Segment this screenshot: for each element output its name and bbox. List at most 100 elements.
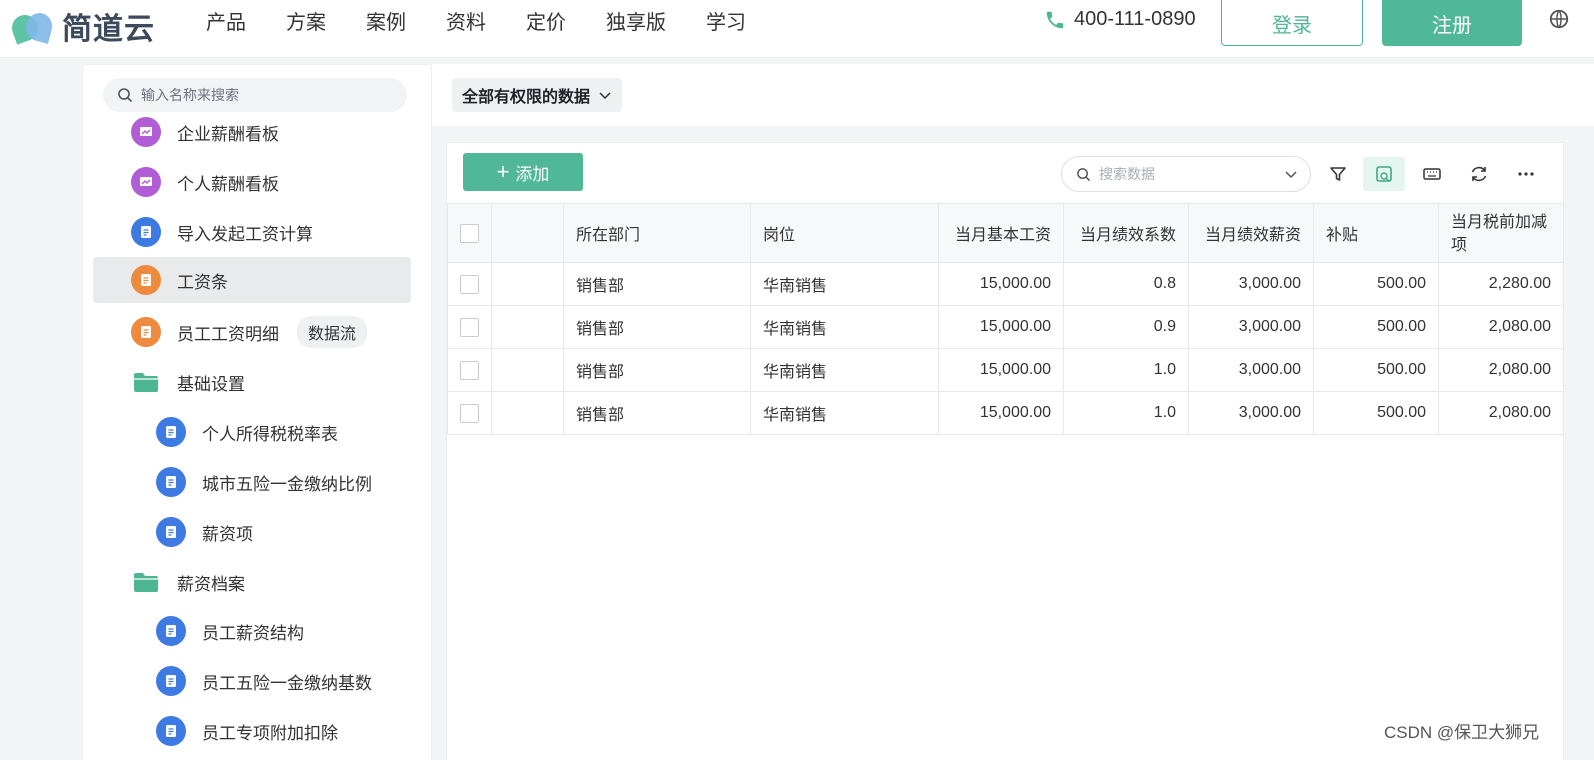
form-icon bbox=[156, 517, 186, 547]
add-button-label: 添加 bbox=[515, 164, 550, 184]
more-button[interactable] bbox=[1505, 157, 1547, 191]
row-select-cell[interactable] bbox=[447, 391, 492, 435]
csdn-watermark: CSDN @保卫大狮兄 bbox=[1384, 723, 1540, 742]
table-cell: 2,080.00 bbox=[1438, 391, 1564, 435]
row-checkbox[interactable] bbox=[460, 274, 479, 294]
row-select-cell[interactable] bbox=[447, 348, 492, 392]
column-header[interactable]: 所在部门 bbox=[563, 203, 751, 263]
sidebar-folder-salary-files[interactable]: 薪资档案 bbox=[133, 559, 421, 605]
login-button[interactable]: 登录 bbox=[1221, 0, 1363, 46]
phone-contact[interactable]: 400-111-0890 bbox=[1044, 8, 1196, 31]
table-cell: 销售部 bbox=[563, 305, 751, 349]
sidebar-item-label: 个人所得税税率表 bbox=[202, 424, 338, 444]
data-search-input[interactable]: 搜索数据 bbox=[1061, 156, 1311, 192]
refresh-button[interactable] bbox=[1458, 157, 1500, 191]
row-select-cell[interactable] bbox=[447, 305, 492, 349]
sidebar-item-tax-rate-table[interactable]: 个人所得税税率表 bbox=[156, 409, 421, 455]
add-record-button[interactable]: + 添加 bbox=[463, 153, 583, 191]
row-index-cell bbox=[491, 391, 564, 435]
column-header[interactable]: 当月绩效系数 bbox=[1063, 203, 1189, 263]
form-icon bbox=[156, 417, 186, 447]
row-checkbox[interactable] bbox=[460, 360, 479, 380]
sidebar-item-employee-salary-structure[interactable]: 员工薪资结构 bbox=[156, 608, 421, 654]
keyboard-button[interactable] bbox=[1411, 157, 1453, 191]
card-view-button[interactable] bbox=[1363, 157, 1405, 191]
column-header[interactable]: 岗位 bbox=[750, 203, 939, 263]
sidebar-item-city-insurance-ratio[interactable]: 城市五险一金缴纳比例 bbox=[156, 459, 421, 505]
form-icon bbox=[156, 467, 186, 497]
folder-icon bbox=[134, 573, 158, 592]
nav-item-cases[interactable]: 案例 bbox=[366, 6, 406, 35]
nav-item-learn[interactable]: 学习 bbox=[706, 6, 746, 35]
table-row[interactable]: 销售部 华南销售 15,000.00 0.8 3,000.00 500.00 2… bbox=[447, 262, 1564, 306]
table-cell: 华南销售 bbox=[750, 391, 939, 435]
sidebar-item-label: 员工专项附加扣除 bbox=[202, 723, 338, 743]
table-cell: 15,000.00 bbox=[938, 391, 1064, 435]
column-header[interactable]: 当月基本工资 bbox=[938, 203, 1064, 263]
brand-logo[interactable]: 简道云 bbox=[8, 4, 155, 48]
table-cell: 15,000.00 bbox=[938, 305, 1064, 349]
sidebar-search-input[interactable]: 输入名称来搜索 bbox=[103, 78, 407, 112]
table-cell: 2,080.00 bbox=[1438, 348, 1564, 392]
table-cell: 500.00 bbox=[1313, 348, 1439, 392]
search-icon bbox=[118, 88, 133, 103]
plus-icon: + bbox=[496, 159, 510, 184]
form-icon bbox=[156, 716, 186, 746]
table-cell: 华南销售 bbox=[750, 262, 939, 306]
sidebar-search-placeholder: 输入名称来搜索 bbox=[141, 87, 239, 103]
table-row[interactable]: 销售部 华南销售 15,000.00 1.0 3,000.00 500.00 2… bbox=[447, 348, 1564, 392]
row-checkbox[interactable] bbox=[460, 317, 479, 337]
dashboard-icon bbox=[131, 167, 161, 197]
filter-button[interactable] bbox=[1317, 157, 1359, 191]
table-cell: 3,000.00 bbox=[1188, 305, 1314, 349]
filter-icon bbox=[1330, 167, 1346, 181]
column-header[interactable]: 当月税前加减项 bbox=[1438, 203, 1564, 263]
sidebar-item-import-salary-calc[interactable]: 导入发起工资计算 bbox=[131, 209, 421, 255]
register-button[interactable]: 注册 bbox=[1382, 0, 1522, 46]
brand-name: 简道云 bbox=[62, 13, 155, 46]
row-index-cell bbox=[491, 348, 564, 392]
sidebar-item-employee-salary-detail[interactable]: 员工工资明细 数据流 bbox=[131, 309, 421, 355]
sidebar-folder-basic-settings[interactable]: 基础设置 bbox=[133, 359, 421, 405]
sidebar-item-personal-salary-dashboard[interactable]: 个人薪酬看板 bbox=[131, 159, 421, 205]
table-cell: 华南销售 bbox=[750, 348, 939, 392]
select-all-checkbox[interactable] bbox=[460, 223, 479, 243]
form-icon bbox=[131, 217, 161, 247]
sidebar-item-employee-insurance-base[interactable]: 员工五险一金缴纳基数 bbox=[156, 658, 421, 704]
sidebar-item-label: 员工薪资结构 bbox=[202, 623, 304, 643]
sidebar-item-special-deductions[interactable]: 员工专项附加扣除 bbox=[156, 708, 421, 754]
nav-item-pricing[interactable]: 定价 bbox=[526, 6, 566, 35]
table-cell: 华南销售 bbox=[750, 305, 939, 349]
table-cell: 500.00 bbox=[1313, 391, 1439, 435]
sidebar-item-company-salary-dashboard[interactable]: 企业薪酬看板 bbox=[131, 109, 421, 155]
table-cell: 3,000.00 bbox=[1188, 262, 1314, 306]
column-header[interactable]: 当月绩效薪资 bbox=[1188, 203, 1314, 263]
sidebar-item-label: 城市五险一金缴纳比例 bbox=[202, 474, 372, 494]
table-row[interactable]: 销售部 华南销售 15,000.00 0.9 3,000.00 500.00 2… bbox=[447, 305, 1564, 349]
data-scope-dropdown[interactable]: 全部有权限的数据 bbox=[452, 78, 623, 112]
top-navigation-bar: 简道云 产品 方案 案例 资料 定价 独享版 学习 400-111-0890 登… bbox=[0, 0, 1594, 58]
data-table: 所在部门 岗位 当月基本工资 当月绩效系数 当月绩效薪资 补贴 当月税前加减项 … bbox=[447, 203, 1564, 435]
row-checkbox[interactable] bbox=[460, 403, 479, 423]
row-select-cell[interactable] bbox=[447, 262, 492, 306]
table-cell: 销售部 bbox=[563, 262, 751, 306]
nav-item-product[interactable]: 产品 bbox=[206, 6, 246, 35]
sidebar-item-label: 工资条 bbox=[177, 272, 228, 292]
nav-item-private[interactable]: 独享版 bbox=[606, 6, 666, 35]
sidebar-item-payslip[interactable]: 工资条 bbox=[93, 257, 411, 303]
nav-item-solution[interactable]: 方案 bbox=[286, 6, 326, 35]
form-icon bbox=[131, 265, 161, 295]
refresh-icon bbox=[1471, 166, 1487, 182]
globe-icon[interactable] bbox=[1548, 8, 1570, 30]
chevron-down-icon[interactable] bbox=[1284, 167, 1298, 181]
select-all-cell[interactable] bbox=[447, 203, 492, 263]
table-row[interactable]: 销售部 华南销售 15,000.00 1.0 3,000.00 500.00 2… bbox=[447, 391, 1564, 435]
sidebar-item-salary-items[interactable]: 薪资项 bbox=[156, 509, 421, 555]
table-cell: 销售部 bbox=[563, 391, 751, 435]
table-cell: 2,080.00 bbox=[1438, 305, 1564, 349]
form-icon bbox=[156, 666, 186, 696]
nav-item-resources[interactable]: 资料 bbox=[446, 6, 486, 35]
column-header[interactable]: 补贴 bbox=[1313, 203, 1439, 263]
data-search-placeholder: 搜索数据 bbox=[1099, 166, 1155, 182]
phone-number: 400-111-0890 bbox=[1074, 8, 1196, 30]
